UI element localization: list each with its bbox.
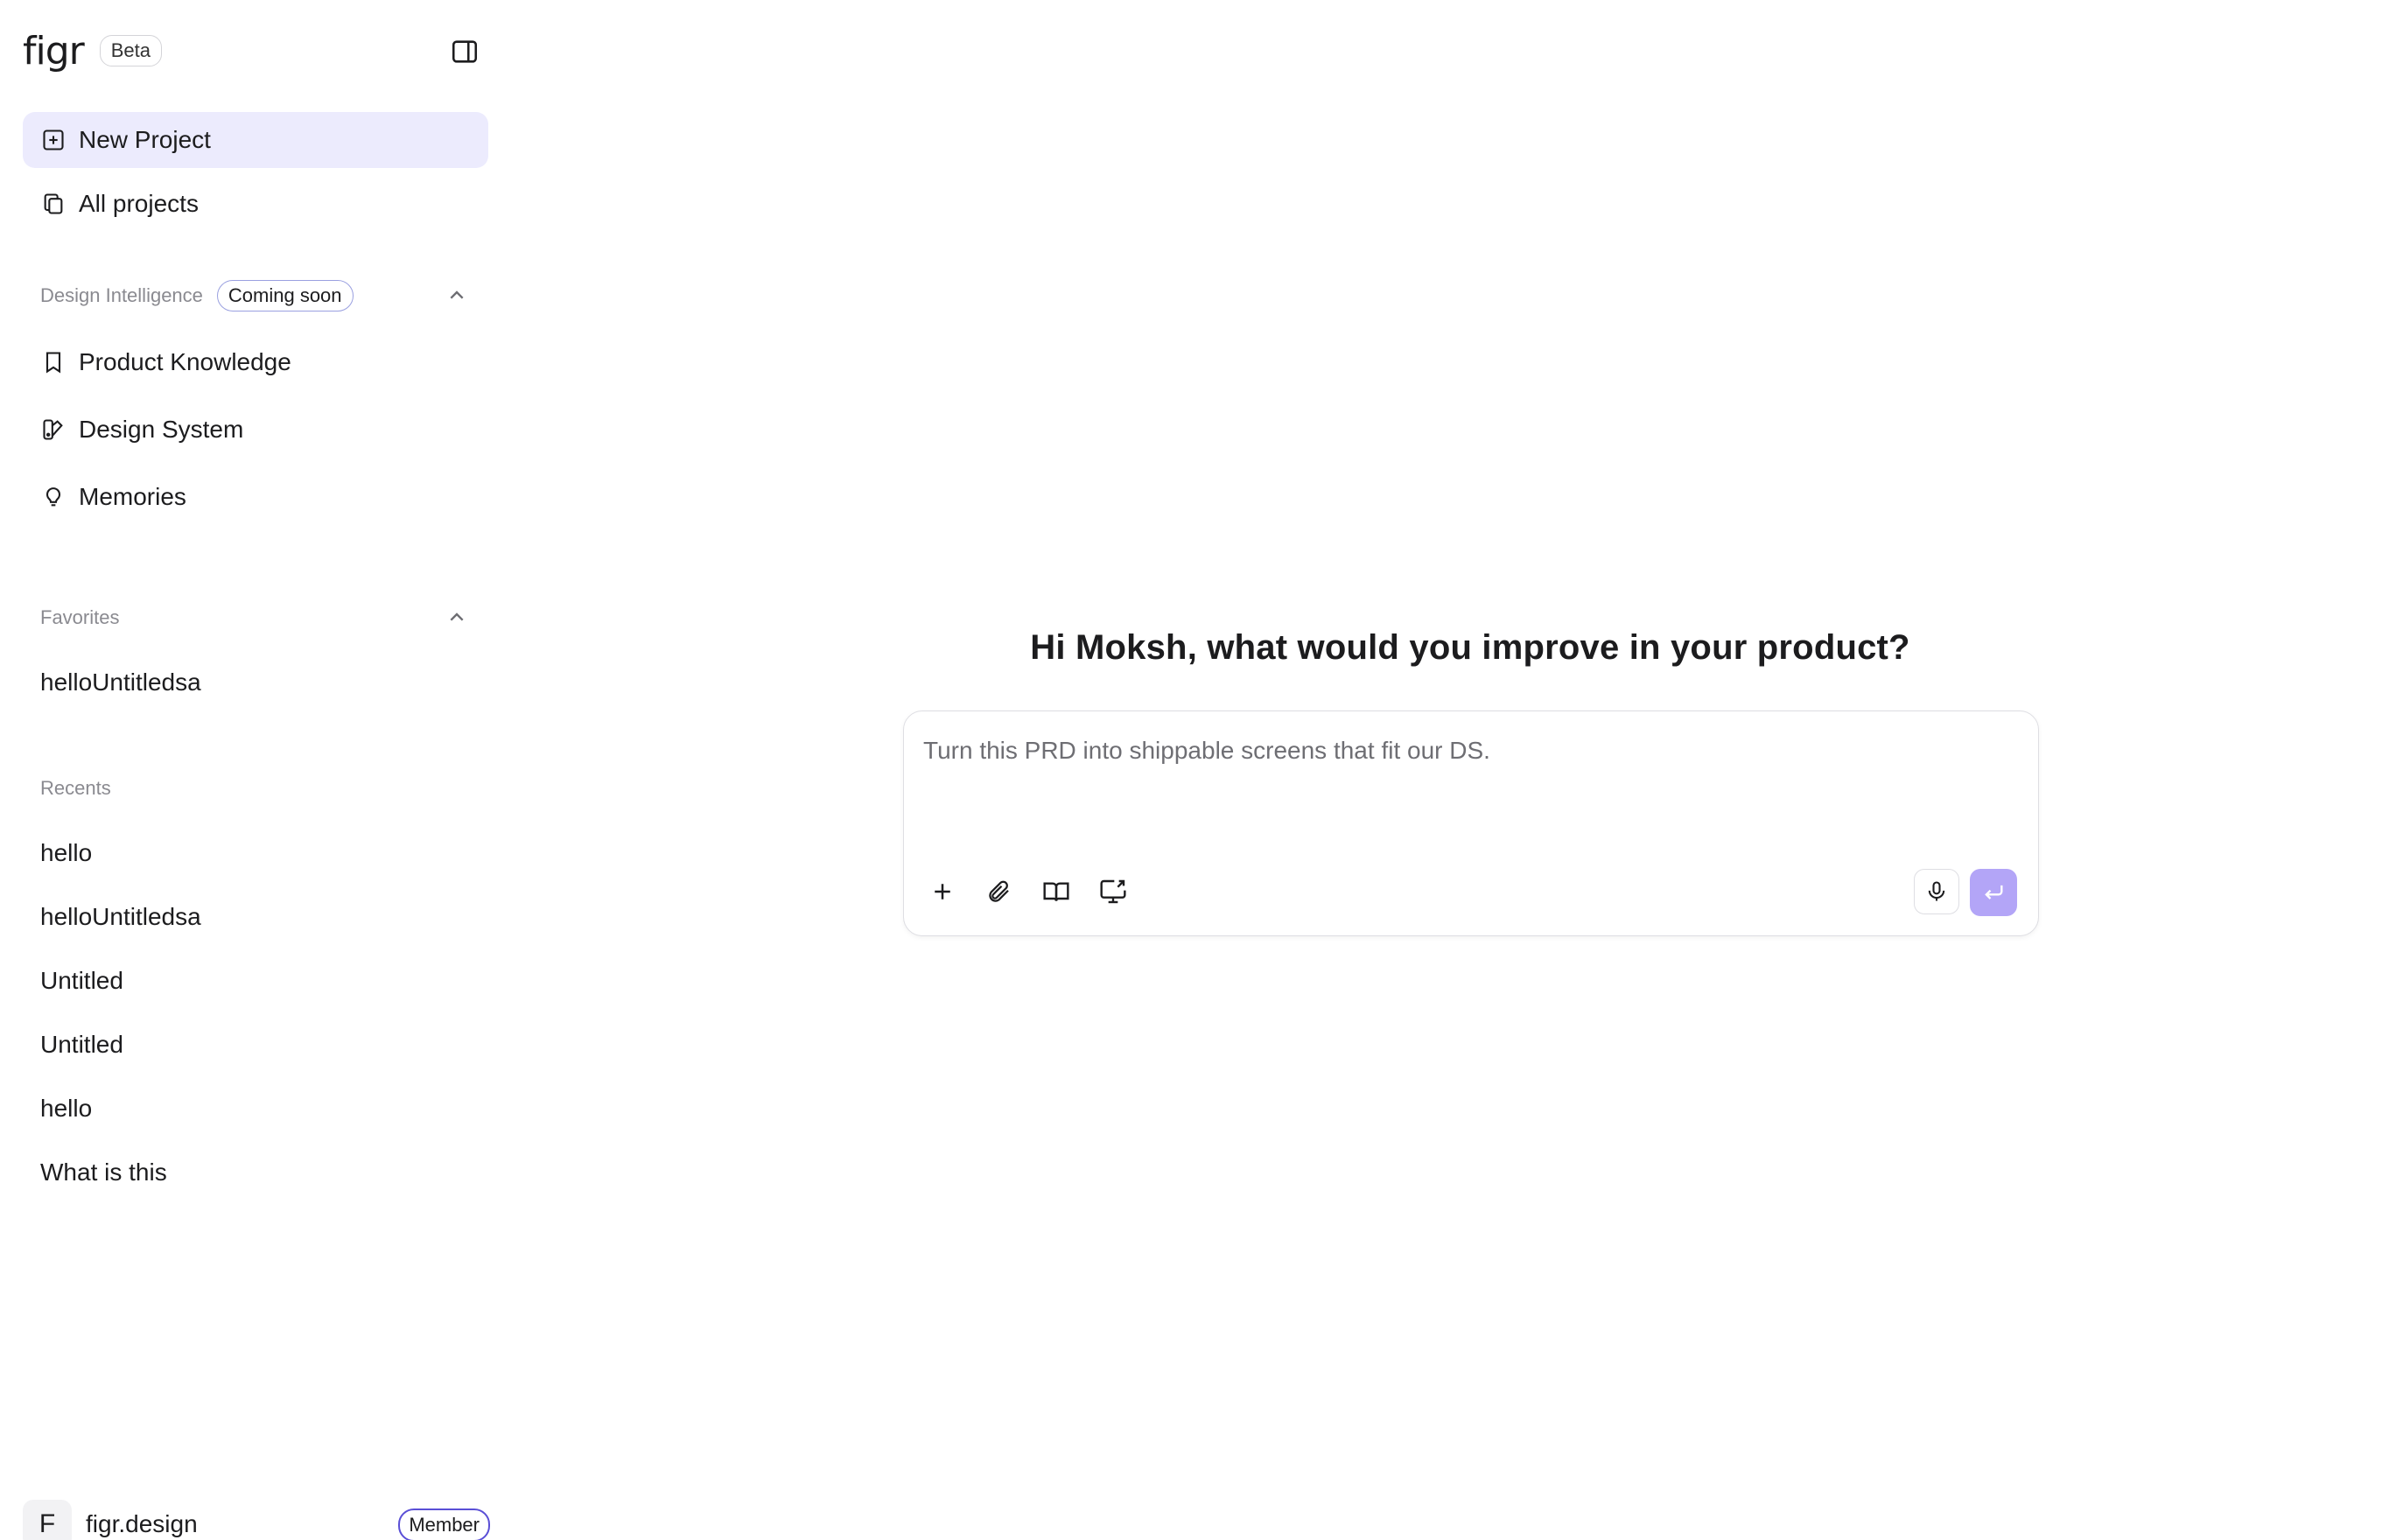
recent-item[interactable]: helloUntitledsa	[40, 898, 201, 936]
sidebar-item-memories[interactable]: Memories	[23, 469, 488, 525]
workspace-footer[interactable]: F figr.design Member	[23, 1500, 490, 1540]
coming-soon-badge: Coming soon	[216, 280, 354, 312]
design-intelligence-header: Design Intelligence Coming soon	[40, 278, 471, 313]
all-projects-label: All projects	[79, 190, 199, 217]
chevron-up-icon[interactable]	[443, 282, 471, 310]
recent-item[interactable]: Untitled	[40, 1026, 123, 1064]
prompt-composer	[903, 710, 2039, 936]
sidebar-item-design-system[interactable]: Design System	[23, 402, 488, 458]
favorites-title: Favorites	[40, 606, 120, 628]
workspace-name: figr.design	[86, 1510, 198, 1537]
recent-item[interactable]: hello	[40, 834, 92, 872]
book-open-icon[interactable]	[1035, 871, 1077, 913]
plus-icon[interactable]	[921, 871, 963, 913]
send-button[interactable]	[1970, 869, 2017, 916]
brand-row: figr Beta	[23, 26, 485, 75]
palette-icon	[40, 416, 67, 443]
mic-button[interactable]	[1914, 869, 1959, 914]
sidebar-item-product-knowledge[interactable]: Product Knowledge	[23, 334, 488, 390]
new-project-button[interactable]: New Project	[23, 112, 488, 168]
sidebar-toggle-icon[interactable]	[450, 37, 480, 66]
copy-icon	[40, 191, 67, 217]
sidebar: figr Beta New Project All projects Desig…	[0, 0, 508, 1540]
favorites-header: Favorites	[40, 600, 471, 635]
sidebar-item-label: Product Knowledge	[79, 348, 291, 375]
sidebar-item-label: Memories	[79, 483, 186, 510]
screen-share-icon[interactable]	[1092, 871, 1134, 913]
recents-header: Recents	[40, 771, 471, 806]
bookmark-icon	[40, 349, 67, 375]
prompt-input[interactable]	[923, 731, 2017, 771]
recent-item[interactable]: hello	[40, 1089, 92, 1128]
mic-icon	[1928, 881, 1945, 901]
plus-square-icon	[40, 127, 67, 153]
recent-item[interactable]: What is this	[40, 1153, 167, 1192]
design-intelligence-title: Design Intelligence	[40, 284, 203, 306]
avatar[interactable]: F	[23, 1500, 72, 1540]
lightbulb-icon	[40, 484, 67, 510]
favorite-item[interactable]: helloUntitledsa	[40, 663, 201, 702]
sidebar-item-label: Design System	[79, 416, 244, 443]
page-title: Hi Moksh, what would you improve in your…	[1030, 628, 1910, 667]
beta-badge: Beta	[99, 35, 162, 66]
paperclip-icon[interactable]	[978, 871, 1020, 913]
role-badge: Member	[398, 1508, 490, 1540]
recents-title: Recents	[40, 777, 111, 799]
new-project-label: New Project	[79, 126, 211, 153]
enter-icon	[1985, 885, 2003, 900]
chevron-up-icon[interactable]	[443, 604, 471, 632]
figr-logo[interactable]: figr	[23, 29, 85, 74]
recent-item[interactable]: Untitled	[40, 962, 123, 1000]
app-root: figr Beta New Project All projects Desig…	[0, 0, 2382, 1540]
all-projects-link[interactable]: All projects	[23, 176, 488, 232]
